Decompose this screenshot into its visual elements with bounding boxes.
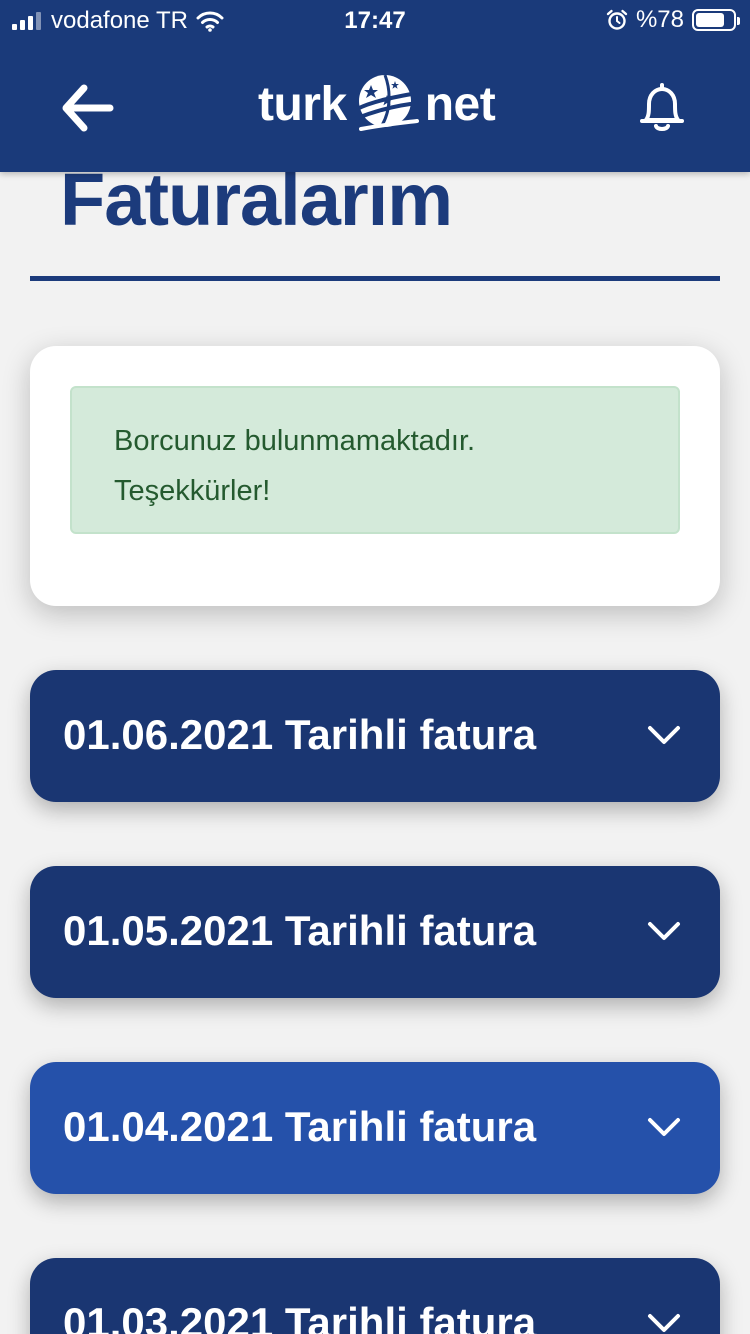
battery-percent: %78: [635, 6, 684, 33]
page-content: Faturalarım Borcunuz bulunmamaktadır. Te…: [0, 0, 750, 1334]
invoice-label: 01.06.2021 Tarihli fatura: [63, 711, 537, 758]
invoice-label: 01.04.2021 Tarihli fatura: [63, 1103, 537, 1150]
bell-icon: [640, 83, 684, 131]
chevron-down-icon: [648, 1314, 680, 1332]
app-header: vodafone TR 17:47 %78 turk net: [0, 0, 750, 172]
logo-text-left: turk: [258, 77, 347, 131]
invoice-accordion-2021-06[interactable]: 01.06.2021 Tarihli fatura: [30, 670, 720, 802]
logo-text-right: net: [424, 77, 496, 131]
alert-line-1: Borcunuz bulunmamaktadır.: [114, 425, 476, 457]
alarm-icon: [606, 9, 628, 30]
chevron-down-icon: [648, 922, 680, 940]
chevron-down-icon: [648, 1118, 680, 1136]
invoice-accordion-2021-04[interactable]: 01.04.2021 Tarihli fatura: [30, 1062, 720, 1194]
turknet-logo: turk net: [258, 68, 496, 140]
notifications-button[interactable]: [636, 80, 688, 136]
chevron-down-icon: [648, 726, 680, 744]
alert-line-2: Teşekkürler!: [114, 475, 271, 507]
arrow-left-icon: [62, 84, 114, 132]
invoice-label: 01.05.2021 Tarihli fatura: [63, 907, 537, 954]
battery-fill: [696, 13, 725, 27]
back-button[interactable]: [60, 82, 116, 134]
balance-card: Borcunuz bulunmamaktadır. Teşekkürler!: [30, 346, 720, 606]
invoice-accordion-2021-03[interactable]: 01.03.2021 Tarihli fatura: [30, 1258, 720, 1334]
battery-icon: [692, 9, 740, 31]
nav-bar: turk net: [0, 40, 750, 172]
status-bar: vodafone TR 17:47 %78: [0, 0, 750, 40]
invoice-label: 01.03.2021 Tarihli fatura: [63, 1299, 537, 1334]
globe-logo-icon: [353, 74, 419, 131]
invoice-accordion-2021-05[interactable]: 01.05.2021 Tarihli fatura: [30, 866, 720, 998]
no-debt-alert: Borcunuz bulunmamaktadır. Teşekkürler!: [70, 386, 680, 534]
title-divider: [30, 276, 720, 281]
